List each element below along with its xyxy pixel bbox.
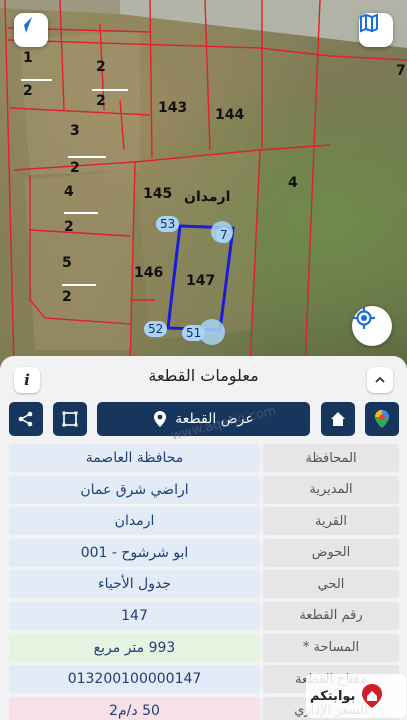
view-parcel-button[interactable]: عرض القطعة [97,402,310,436]
parcel-label-5: 5 [62,255,72,271]
village-area-label: ارمدان [184,189,231,205]
view-parcel-label: عرض القطعة [175,411,254,427]
directorate-value: اراضي شرق عمان [9,475,260,504]
my-location-button[interactable] [352,306,392,346]
home-icon [331,412,345,426]
table-row: محافظة العاصمة المحافظة [9,444,399,472]
chevron-up-icon [375,376,385,383]
admin-price-value: 50 د/م2 [9,696,260,720]
table-row: 147 رقم القطعة [9,601,399,630]
parcel-info-sheet: i معلومات القطعة عرض القطعة www.aqarjo.c… [0,356,407,720]
sheet-title: معلومات القطعة [148,366,259,385]
neighborhood-value: جدول الأحياء [9,570,260,599]
table-row: اراضي شرق عمان المديرية [9,475,399,504]
parcel-label-7-edge: 7 [396,63,406,79]
logo-text: بوابتكم [310,688,356,704]
basin-label: الحوض [263,538,399,567]
sheet-header: i معلومات القطعة [0,356,407,400]
action-toolbar: عرض القطعة [9,402,399,436]
share-button[interactable] [9,402,43,436]
boundary-point-label: 51 [182,325,206,341]
parcel-label-147: 147 [186,273,216,289]
village-label: القرية [263,507,399,536]
save-favorite-button[interactable] [321,402,355,436]
polygon-area-icon [62,411,78,427]
parcel-label-2: 2 [23,83,33,99]
parcel-label-146: 146 [134,265,164,281]
neighborhood-label: الحي [263,570,399,599]
governorate-value: محافظة العاصمة [9,444,260,472]
parcel-label-2: 2 [96,59,106,75]
parcel-key-value: 013200100000147 [9,665,260,694]
boundary-point-label: 7 [216,227,232,243]
basin-value: ابو شرشوح - 001 [9,538,260,567]
compass-arrow-icon [18,17,32,33]
open-in-maps-button[interactable] [365,402,399,436]
table-row: ابو شرشوح - 001 الحوض [9,538,399,567]
table-row: ارمدان القرية [9,507,399,536]
boundary-point-label: 53 [156,216,180,232]
map-layers-button[interactable] [359,13,393,47]
boundary-point-label: 52 [144,321,168,337]
measure-area-button[interactable] [53,402,87,436]
parcel-label-144: 144 [215,107,245,123]
parcel-label-4: 4 [288,175,298,191]
parcel-number-value: 147 [9,601,260,630]
table-row: 993 متر مربع المساحة * [9,633,399,662]
village-value: ارمدان [9,507,260,536]
parcel-number-label: رقم القطعة [263,601,399,630]
crosshair-location-icon [353,307,375,329]
app-logo: بوابتكم [306,674,406,718]
parcel-label-145: 145 [143,186,173,202]
compass-button[interactable] [14,13,48,47]
parcel-label-3: 3 [70,123,80,139]
share-icon [18,411,33,427]
parcel-label-2: 2 [64,219,74,235]
collapse-button[interactable] [367,367,393,393]
governorate-label: المحافظة [263,444,399,472]
location-pin-icon [154,411,167,427]
directorate-label: المديرية [263,475,399,504]
google-maps-pin-icon [375,410,389,428]
table-row: جدول الأحياء الحي [9,570,399,599]
parcel-boundaries [0,0,407,368]
area-value: 993 متر مربع [9,633,260,662]
parcel-label-4: 4 [64,184,74,200]
satellite-map[interactable]: 1 2 2 2 7 3 2 4 2 5 2 143 144 145 146 14… [0,0,407,368]
parcel-label-143: 143 [158,100,188,116]
area-label: المساحة * [263,633,399,662]
parcel-label-2: 2 [70,160,80,176]
parcel-label-2: 2 [62,289,72,305]
parcel-label-2: 2 [96,93,106,109]
parcel-label-1: 1 [23,50,33,66]
logo-pin-icon [362,684,383,708]
folded-map-icon [360,13,378,33]
